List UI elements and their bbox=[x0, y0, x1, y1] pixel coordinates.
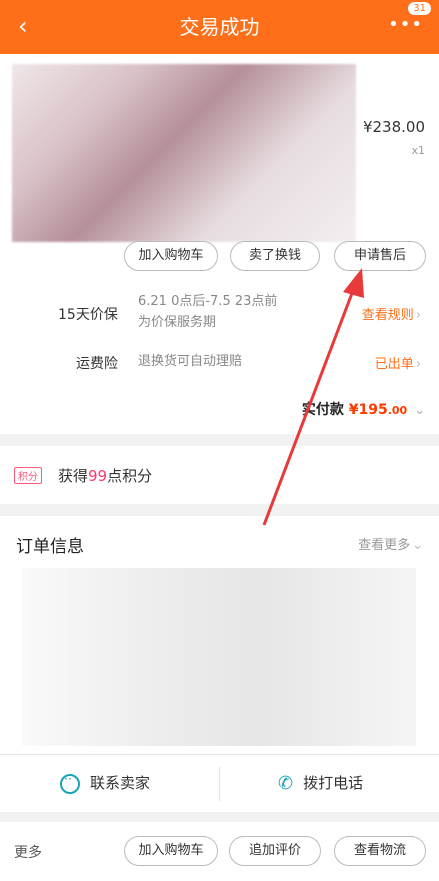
arrow-head bbox=[343, 268, 364, 298]
annotation-arrow bbox=[262, 268, 364, 526]
arrow-shaft bbox=[262, 287, 356, 526]
